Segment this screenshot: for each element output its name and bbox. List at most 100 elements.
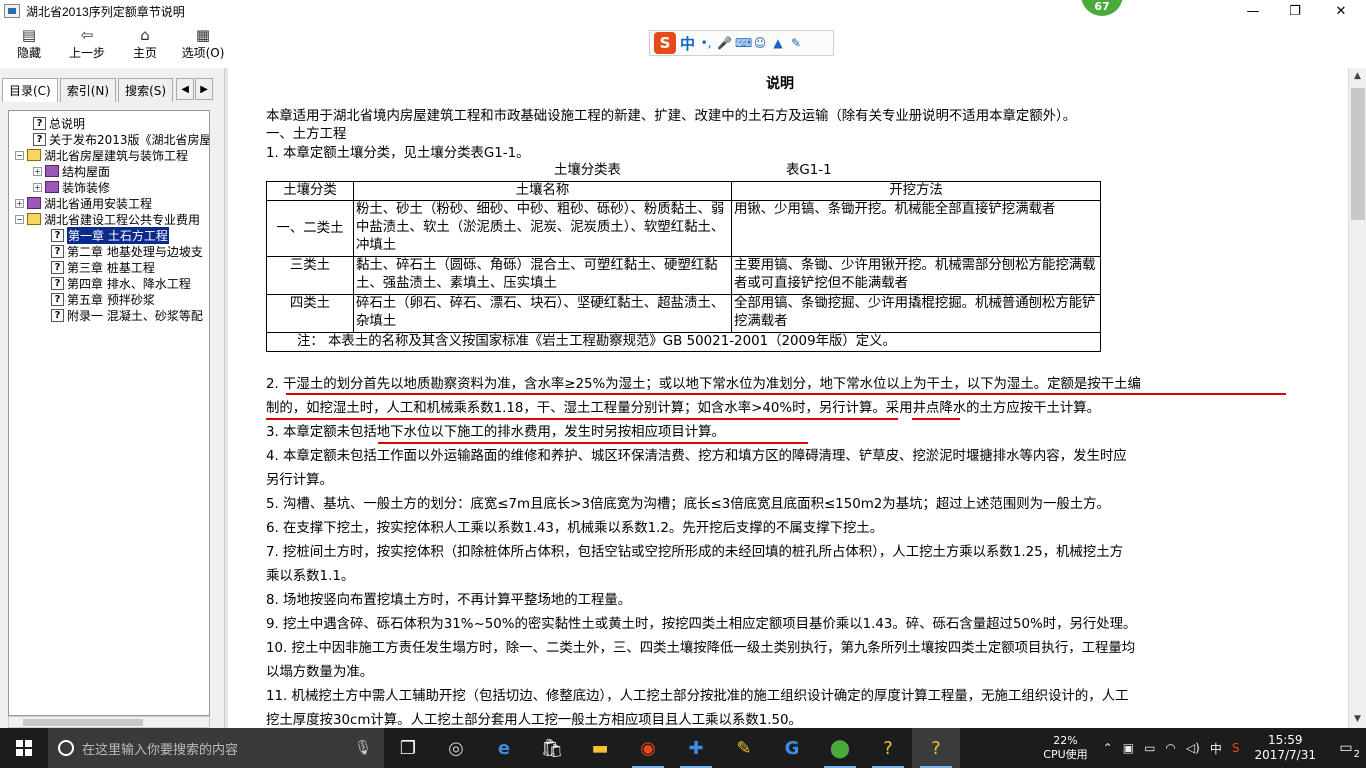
scroll-up-icon[interactable]: ▲ xyxy=(1349,68,1366,85)
help-file-active-icon[interactable]: ? xyxy=(912,728,960,768)
table-row: 三类土 黏土、碎石土（圆砾、角砾）混合土、可塑红黏土、硬塑红黏土、强盐渍土、素填… xyxy=(266,256,1101,295)
table-row: 四类土 碎石土（卵石、碎石、漂石、块石）、坚硬红黏土、超盐渍土、杂填土 全部用镐… xyxy=(266,294,1101,333)
user-icon[interactable]: ☺ xyxy=(753,36,767,50)
notification-center-button[interactable]: ▭ 2 xyxy=(1326,728,1366,768)
help-topic-icon: ? xyxy=(51,244,64,258)
tree-node-label: 第五章 预拌砂浆 xyxy=(67,292,155,307)
pin-app-icon[interactable]: ✚ xyxy=(672,728,720,768)
system-tray: 22% CPU使用 ⌃ ▣ ▭ ◠ ◁) 中 S 15:59 2017/7/31… xyxy=(1043,728,1366,768)
expand-icon[interactable]: + xyxy=(15,198,24,208)
taskbar-search[interactable]: 在这里输入你要搜索的内容 🎙 xyxy=(48,728,384,768)
article-line: 11. 机械挖土方中需人工辅助开挖（包括切边、修整底边），人工挖土部分按批准的施… xyxy=(266,689,1129,704)
green-app-icon[interactable]: ⬤ xyxy=(816,728,864,768)
table-cell: 三类土 xyxy=(266,256,354,295)
volume-icon[interactable]: ◁) xyxy=(1186,741,1200,755)
tree-node[interactable]: − 湖北省房屋建筑与装饰工程 xyxy=(15,147,188,163)
hide-label: 隐藏 xyxy=(16,46,41,60)
tree-node[interactable]: + 装饰装修 xyxy=(33,179,110,195)
expand-icon[interactable]: + xyxy=(33,166,42,176)
red-underline xyxy=(378,442,808,444)
table-cell: 用锹、少用镐、条锄开挖。机械能全部直接铲挖满载者 xyxy=(731,200,1101,257)
cpu-usage[interactable]: 22% CPU使用 xyxy=(1043,734,1087,762)
tree-node-label: 总说明 xyxy=(49,116,86,131)
article-line: 4. 本章定额未包括工作面以外运输路面的维修和养护、城区环保清洁费、挖方和填方区… xyxy=(266,449,1127,464)
start-button[interactable] xyxy=(0,728,48,768)
tab-search[interactable]: 搜索(S) xyxy=(118,78,174,102)
help-file-icon[interactable]: ? xyxy=(864,728,912,768)
clock[interactable]: 15:59 2017/7/31 xyxy=(1254,733,1316,763)
file-explorer-icon[interactable]: ▬ xyxy=(576,728,624,768)
contents-tree[interactable]: ? 总说明? 关于发布2013版《湖北省房屋 − 湖北省房屋建筑与装饰工程 + 结构屋面 + 装… xyxy=(8,110,210,716)
back-button[interactable]: ⇦ 上一步 xyxy=(58,22,116,66)
scroll-thumb[interactable] xyxy=(23,719,143,726)
header-cell: 开挖方法 xyxy=(731,181,1101,201)
tree-node-label: 湖北省房屋建筑与装饰工程 xyxy=(44,148,189,163)
book-icon xyxy=(27,197,41,209)
notes-app-icon[interactable]: ✎ xyxy=(720,728,768,768)
tree-node[interactable]: − 湖北省建设工程公共专业费用 xyxy=(15,211,200,227)
tab-scroll-right-icon[interactable]: ▶ xyxy=(195,78,214,100)
tree-node[interactable]: ? 总说明 xyxy=(33,115,85,131)
tree-node[interactable]: + 结构屋面 xyxy=(33,163,110,179)
tree-node-label: 装饰装修 xyxy=(62,180,111,195)
wifi-icon[interactable]: ◠ xyxy=(1165,741,1175,755)
microphone-icon[interactable]: 🎤 xyxy=(717,36,732,50)
tab-contents[interactable]: 目录(C) xyxy=(2,78,58,102)
book-icon xyxy=(45,165,59,177)
sogou-browser-icon[interactable]: ◉ xyxy=(624,728,672,768)
tree-node[interactable]: ? 第四章 排水、降水工程 xyxy=(51,275,191,291)
table-caption: 土壤分类表 xyxy=(554,163,621,178)
browser-g-icon[interactable]: G xyxy=(768,728,816,768)
help-topic-icon: ? xyxy=(33,132,46,146)
hide-button[interactable]: ▤ 隐藏 xyxy=(0,22,58,66)
collapse-icon[interactable]: − xyxy=(15,214,24,224)
help-topic-icon: ? xyxy=(51,228,64,242)
punctuation-icon[interactable]: •, xyxy=(699,36,713,50)
tree-node[interactable]: ? 第三章 桩基工程 xyxy=(51,259,155,275)
app-swirl-icon[interactable]: ◎ xyxy=(432,728,480,768)
collapse-icon[interactable]: − xyxy=(15,150,24,160)
article-line: 挖土厚度按30cm计算。人工挖土部分套用人工挖一般土方相应项目且人工乘以系数1.… xyxy=(266,713,802,728)
tools-icon[interactable]: ✎ xyxy=(789,36,803,50)
options-label: 选项(O) xyxy=(181,46,225,60)
tray-app-icon[interactable]: ▣ xyxy=(1123,741,1134,755)
tab-scroll-left-icon[interactable]: ◀ xyxy=(176,78,195,100)
table-number: 表G1-1 xyxy=(786,163,832,178)
tree-node[interactable]: ? 关于发布2013版《湖北省房屋 xyxy=(33,131,209,147)
ime-toolbar[interactable]: S 中 •, 🎤 ⌨ ☺ ▲ ✎ xyxy=(649,30,834,56)
tree-node[interactable]: ? 第一章 土石方工程 xyxy=(51,226,169,244)
table-header-row: 土壤分类 土壤名称 开挖方法 xyxy=(266,181,1101,201)
home-icon: ⌂ xyxy=(140,26,150,44)
close-button[interactable]: ✕ xyxy=(1318,0,1364,22)
store-icon[interactable]: 🛍 xyxy=(528,728,576,768)
tree-node[interactable]: + 湖北省通用安装工程 xyxy=(15,195,152,211)
tab-index[interactable]: 索引(N) xyxy=(59,78,117,102)
document-pane: 说明 本章适用于湖北省境内房屋建筑工程和市政基础设施工程的新建、扩建、改建中的土… xyxy=(228,68,1348,728)
minimize-button[interactable]: — xyxy=(1230,0,1276,22)
skin-icon[interactable]: ▲ xyxy=(771,36,785,50)
show-hidden-icons-icon[interactable]: ⌃ xyxy=(1103,741,1113,755)
help-topic-icon: ? xyxy=(51,292,64,306)
tree-horizontal-scrollbar[interactable] xyxy=(8,716,210,728)
tree-node[interactable]: ? 第二章 地基处理与边坡支 xyxy=(51,243,203,259)
tree-node[interactable]: ? 第五章 预拌砂浆 xyxy=(51,291,155,307)
ime-mode[interactable]: 中 xyxy=(680,33,695,54)
sogou-logo-icon[interactable]: S xyxy=(654,32,676,54)
edge-browser-icon[interactable]: e xyxy=(480,728,528,768)
scroll-thumb[interactable] xyxy=(1351,88,1365,220)
microphone-icon[interactable]: 🎙 xyxy=(354,740,372,756)
hide-icon: ▤ xyxy=(21,26,37,44)
tree-node[interactable]: ? 附录一 混凝土、砂浆等配 xyxy=(51,307,203,323)
scroll-down-icon[interactable]: ▼ xyxy=(1349,711,1366,728)
document-vertical-scrollbar[interactable]: ▲ ▼ xyxy=(1348,68,1366,728)
keyboard-icon[interactable]: ⌨ xyxy=(735,36,752,50)
task-view-icon[interactable]: ❐ xyxy=(384,728,432,768)
options-button[interactable]: ▦ 选项(O) xyxy=(174,22,232,66)
sogou-tray-icon[interactable]: S xyxy=(1232,741,1240,755)
expand-icon[interactable]: + xyxy=(33,182,42,192)
notification-icon: ▭ xyxy=(1339,740,1353,756)
ime-indicator[interactable]: 中 xyxy=(1210,740,1222,757)
battery-icon[interactable]: ▭ xyxy=(1144,741,1155,755)
home-button[interactable]: ⌂ 主页 xyxy=(116,22,174,66)
restore-button[interactable]: ❐ xyxy=(1272,0,1318,22)
